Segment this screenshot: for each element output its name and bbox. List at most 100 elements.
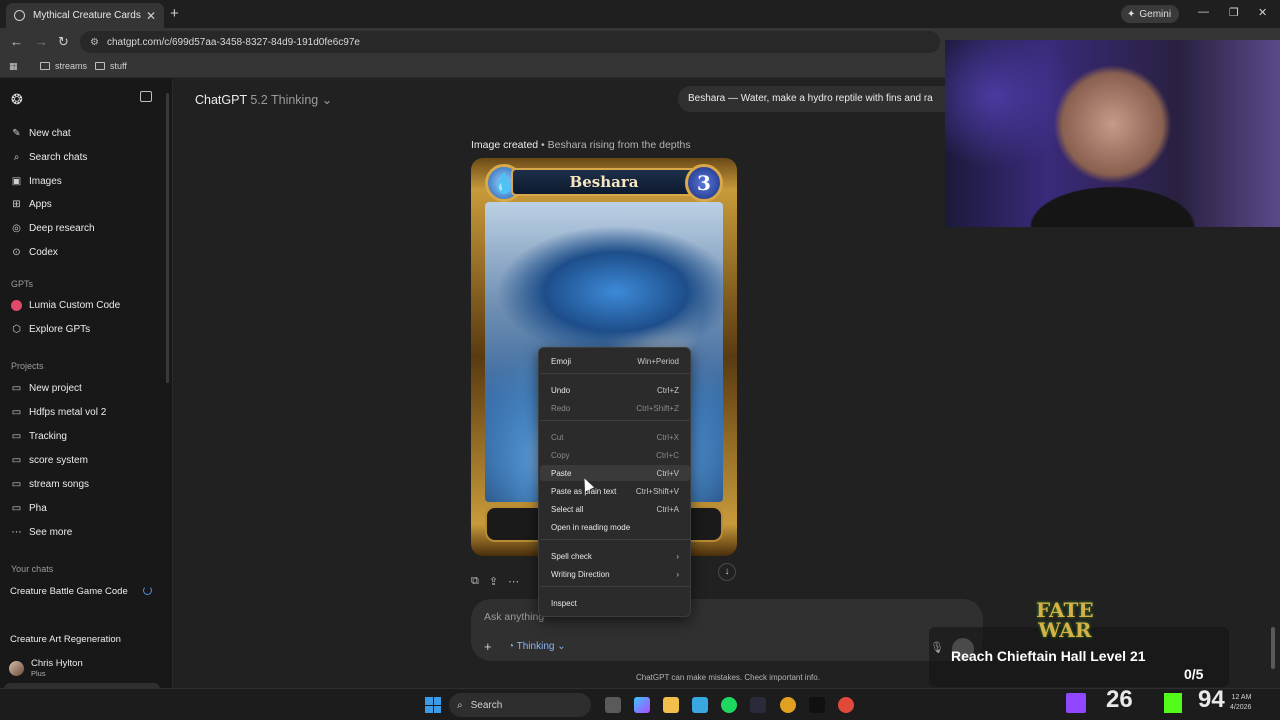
model-selector[interactable]: ChatGPT 5.2 Thinking ⌄ (195, 92, 332, 107)
tab-mythical-creature-cards[interactable]: Mythical Creature Cards ✕ (6, 3, 164, 28)
folder-icon: ▭ (11, 431, 22, 442)
task-view-icon[interactable] (605, 697, 621, 713)
chat-item[interactable]: Creature Battle Game Code (10, 586, 128, 597)
user-account[interactable]: Chris Hylton Plus (9, 658, 83, 678)
menu-label: Inspect (551, 598, 577, 608)
gemini-icon: ✦ (1127, 8, 1136, 20)
disclaimer: ChatGPT can make mistakes. Check importa… (636, 673, 820, 682)
sidebar-item-project[interactable]: ▭ Hdfps metal vol 2 (11, 407, 107, 418)
add-attachment-icon[interactable]: + (484, 639, 492, 654)
sidebar-item-project[interactable]: ▭ score system (11, 455, 88, 466)
menu-item-paste[interactable]: Paste Ctrl+V (540, 465, 690, 481)
prompt-input[interactable]: Ask anything (484, 611, 544, 623)
chat-item[interactable]: Creature Art Regeneration (10, 634, 121, 645)
menu-shortcut: Ctrl+Shift+Z (636, 403, 679, 413)
spotify-icon[interactable] (721, 697, 737, 713)
nav-label: Deep research (29, 223, 95, 234)
minimize-icon[interactable]: — (1198, 6, 1209, 18)
menu-item-writing-direction[interactable]: Writing Direction › (540, 566, 690, 582)
close-tab-icon[interactable]: ✕ (146, 9, 156, 23)
bookmark-folder-stuff[interactable]: stuff (95, 61, 127, 71)
main-scrollbar[interactable] (1271, 627, 1275, 669)
scroll-down-button[interactable]: ↓ (718, 563, 736, 581)
user-message-bubble: Beshara — Water, make a hydro reptile wi… (678, 86, 946, 112)
sidebar-item-deep-research[interactable]: ◎ Deep research (11, 223, 95, 234)
menu-item-reading-mode[interactable]: Open in reading mode (540, 519, 690, 535)
menu-divider (540, 373, 690, 374)
apps-grid-icon[interactable]: ▦ (9, 61, 18, 72)
image-caption-status: Image created (471, 139, 539, 151)
menu-item-cut[interactable]: Cut Ctrl+X (540, 429, 690, 445)
sidebar-item-apps[interactable]: ⊞ Apps (11, 199, 52, 210)
search-icon: ⌕ (457, 699, 463, 711)
edit-icon: ✎ (12, 128, 21, 139)
sidebar-item-see-more[interactable]: ⋯ See more (11, 527, 73, 538)
menu-item-copy[interactable]: Copy Ctrl+C (540, 447, 690, 463)
card-cost: 3 (685, 164, 723, 202)
forward-icon[interactable]: → (35, 34, 48, 49)
menu-item-paste-plain[interactable]: Paste as plain text Ctrl+Shift+V (540, 483, 690, 499)
menu-divider (540, 586, 690, 587)
image-actions: ⧉ ⇪ ⋯ (471, 575, 519, 588)
gemini-button[interactable]: ✦ Gemini (1121, 5, 1180, 23)
sidebar-toggle-icon[interactable] (140, 91, 152, 102)
clock-date: 4/2026 (1230, 704, 1252, 711)
sidebar-item-search-chats[interactable]: ⌕ Search chats (11, 152, 88, 163)
chrome-icon[interactable] (780, 697, 796, 713)
taskbar-search[interactable]: ⌕ Search (449, 693, 591, 717)
sidebar-item-project[interactable]: ▭ Pha (11, 503, 47, 514)
maximize-icon[interactable]: ❐ (1229, 6, 1239, 19)
gemini-label: Gemini (1139, 8, 1172, 20)
menu-item-inspect[interactable]: Inspect (540, 595, 690, 611)
chrome-active-icon[interactable] (838, 697, 854, 713)
sidebar-item-explore-gpts[interactable]: ⬡ Explore GPTs (11, 324, 90, 335)
sidebar-item-images[interactable]: ▣ Images (11, 176, 62, 187)
file-explorer-icon[interactable] (663, 697, 679, 713)
menu-item-select-all[interactable]: Select all Ctrl+A (540, 501, 690, 517)
hud-app-icon[interactable] (750, 697, 766, 713)
notepad-icon[interactable] (692, 697, 708, 713)
reload-icon[interactable]: ↻ (58, 34, 69, 50)
context-menu: Emoji Win+Period Undo Ctrl+Z Redo Ctrl+Shif… (538, 347, 691, 617)
folder-icon (95, 62, 105, 70)
openai-logo-icon[interactable]: ❂ (11, 91, 23, 108)
menu-shortcut: Ctrl+V (656, 468, 679, 478)
taskbar: ⌕ Search (0, 688, 1280, 720)
menu-item-emoji[interactable]: Emoji Win+Period (540, 353, 690, 369)
menu-divider (540, 420, 690, 421)
card-name: Beshara (511, 168, 697, 196)
bookmark-folder-streams[interactable]: streams (40, 61, 87, 71)
close-window-icon[interactable]: ✕ (1258, 6, 1267, 19)
system-clock[interactable]: 12 AM 4/2026 (1230, 693, 1251, 713)
folder-icon: ▭ (11, 503, 22, 514)
copilot-icon[interactable] (634, 697, 650, 713)
telescope-icon: ◎ (12, 223, 21, 234)
menu-label: Paste (551, 468, 572, 478)
menu-item-redo[interactable]: Redo Ctrl+Shift+Z (540, 400, 690, 416)
copy-icon[interactable]: ⧉ (471, 575, 479, 588)
menu-item-undo[interactable]: Undo Ctrl+Z (540, 382, 690, 398)
thinking-mode-toggle[interactable]: ◔ Thinking ⌄ (508, 641, 566, 652)
goal-text: Reach Chieftain Hall Level 21 (951, 648, 1146, 664)
sidebar-item-codex[interactable]: ⊙ Codex (11, 247, 58, 258)
share-icon[interactable]: ⇪ (489, 575, 498, 588)
loading-spinner-icon (143, 586, 152, 595)
sidebar-item-project[interactable]: ▭ stream songs (11, 479, 89, 490)
menu-item-spell-check[interactable]: Spell check › (540, 548, 690, 564)
sidebar-scrollbar[interactable] (166, 93, 169, 383)
sidebar-item-new-chat[interactable]: ✎ New chat (11, 128, 70, 139)
site-settings-icon[interactable]: ⚙ (90, 37, 99, 48)
microphone-icon[interactable]: 🎙 (930, 641, 944, 654)
sidebar-item-new-project[interactable]: ▭ New project (11, 383, 82, 394)
sidebar-item-lumia-custom-code[interactable]: Lumia Custom Code (11, 300, 120, 311)
sidebar-item-project[interactable]: ▭ Tracking (11, 431, 67, 442)
url-field[interactable]: ⚙ chatgpt.com/c/699d57aa-3458-8327-84d9-… (80, 31, 940, 53)
new-tab-icon[interactable]: + (170, 5, 179, 22)
menu-label: Writing Direction (551, 569, 610, 579)
back-icon[interactable]: ← (10, 34, 23, 49)
more-icon: ⋯ (11, 527, 22, 538)
logo-text-bottom: WAR (1038, 618, 1092, 642)
capcut-icon[interactable] (809, 697, 825, 713)
more-options-icon[interactable]: ⋯ (508, 575, 519, 588)
windows-start-icon[interactable] (425, 697, 441, 713)
